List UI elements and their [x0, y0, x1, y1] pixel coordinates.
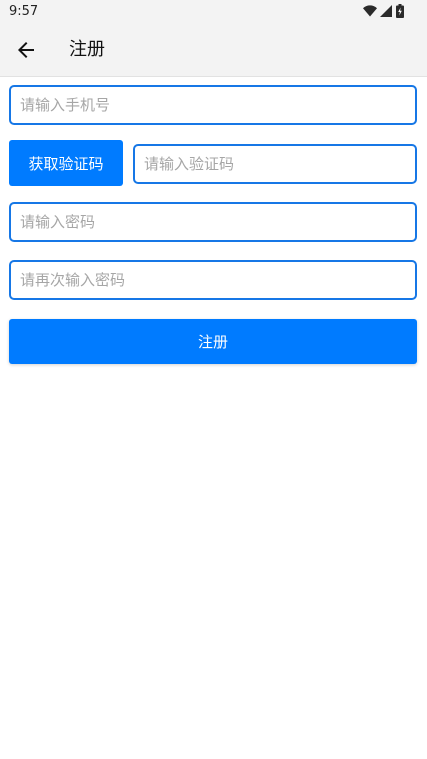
verification-code-input[interactable] — [133, 144, 417, 184]
wifi-icon — [363, 5, 377, 17]
password-input[interactable] — [9, 202, 417, 242]
status-bar: 9:57 — [0, 0, 427, 24]
page-title: 注册 — [69, 39, 105, 60]
status-time: 9:57 — [9, 4, 39, 19]
battery-icon — [396, 4, 404, 18]
confirm-password-input[interactable] — [9, 260, 417, 300]
status-icons — [363, 4, 413, 20]
cell-signal-icon — [380, 5, 392, 17]
get-verification-code-button[interactable]: 获取验证码 — [9, 140, 123, 186]
phone-input[interactable] — [9, 85, 417, 125]
register-button[interactable]: 注册 — [9, 319, 417, 364]
arrow-left-icon[interactable] — [14, 38, 38, 62]
app-bar: 注册 — [0, 24, 427, 77]
